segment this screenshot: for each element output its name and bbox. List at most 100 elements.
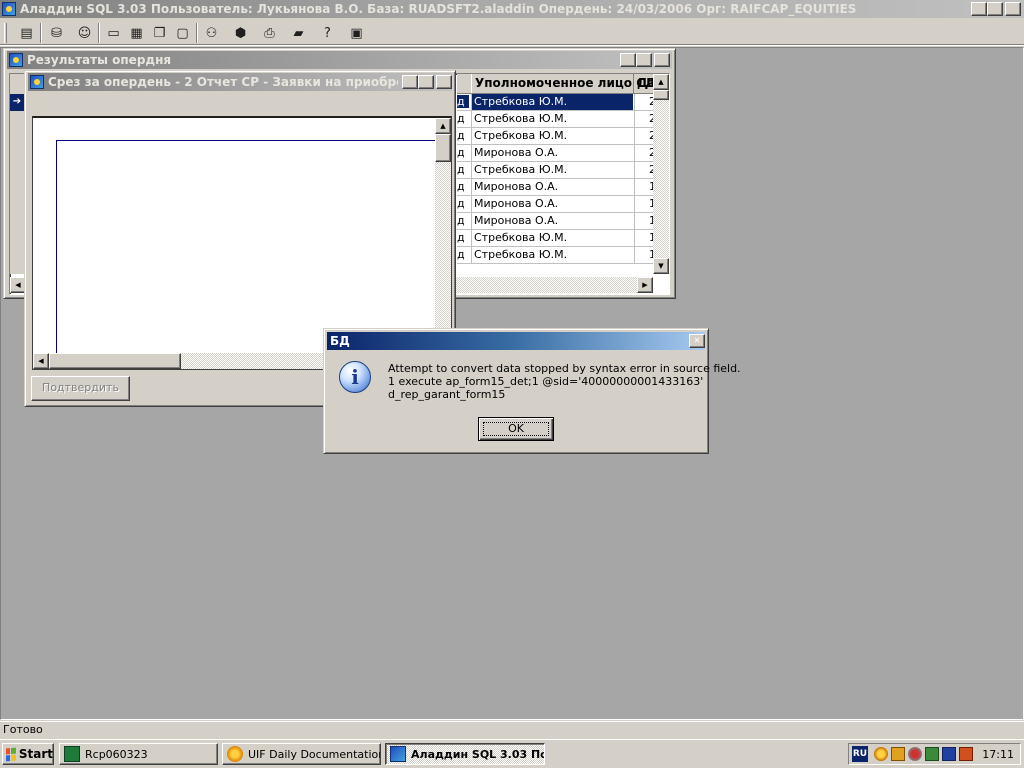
- table-row[interactable]: д 'Стребкова Ю.М.1: [457, 230, 656, 247]
- cell-authorized-person: Стребкова Ю.М.: [471, 230, 633, 246]
- report-minimize-button[interactable]: _: [402, 75, 418, 89]
- stamp-icon[interactable]: ⬢: [229, 22, 252, 44]
- network-tray-icon[interactable]: [891, 747, 905, 761]
- cell-partial: д ': [457, 214, 469, 227]
- minimize-button[interactable]: _: [971, 2, 987, 16]
- excel-icon: [64, 746, 80, 762]
- start-label: Start: [18, 747, 53, 761]
- task-label: Аладдин SQL 3.03 По...: [411, 747, 544, 761]
- grid-visible-area: Уполномоченное лицо СД Да д 'Стребкова Ю…: [457, 74, 656, 274]
- scroll-up-icon[interactable]: ▲: [435, 118, 451, 134]
- results-maximize-button[interactable]: □: [636, 53, 652, 67]
- table-row[interactable]: д 'Стребкова Ю.М.2: [457, 162, 656, 179]
- cell-authorized-person: Стребкова Ю.М.: [471, 162, 633, 178]
- printer-icon[interactable]: ⎙: [258, 22, 281, 44]
- language-indicator[interactable]: RU: [852, 746, 868, 762]
- cell-partial: д ': [457, 146, 469, 159]
- toolbar-grip[interactable]: [4, 23, 7, 43]
- window-icon[interactable]: ▭: [102, 22, 125, 44]
- system-tray: RU 17:11: [848, 743, 1021, 765]
- cell-authorized-person: Миронова О.А.: [471, 179, 633, 195]
- restore-button[interactable]: ❐: [987, 2, 1003, 16]
- close-button[interactable]: ✕: [1005, 2, 1021, 16]
- table-row[interactable]: д 'Стребкова Ю.М.2: [457, 94, 656, 111]
- arrange-icons-icon[interactable]: ▢: [171, 22, 194, 44]
- window-app-icon: [9, 53, 23, 67]
- cell-date: 2: [634, 145, 656, 161]
- dialog-close-button[interactable]: ✕: [689, 334, 705, 348]
- error-dialog: БД ✕ i Attempt to convert data stopped b…: [323, 328, 741, 454]
- confirm-button[interactable]: Подтвердить: [31, 376, 130, 401]
- status-bar: Готово: [0, 721, 1024, 738]
- grid-vertical-scrollbar[interactable]: ▲ ▼: [653, 74, 669, 274]
- scroll-up-icon[interactable]: ▲: [653, 74, 669, 90]
- column-header-date[interactable]: Да: [635, 74, 653, 93]
- sun-tray-icon[interactable]: [874, 747, 888, 761]
- antivirus-tray-icon[interactable]: [908, 747, 922, 761]
- scroll-thumb[interactable]: [435, 134, 451, 162]
- aladdin-icon: [390, 746, 406, 762]
- task-label: Rcp060323: [85, 747, 148, 761]
- clock[interactable]: 17:11: [982, 748, 1014, 761]
- toolbar-separator: [98, 23, 100, 43]
- report-window-caption[interactable]: Срез за опердень - 2 Отчет СР - Заявки н…: [28, 73, 452, 91]
- cell-authorized-person: Стребкова Ю.М.: [471, 94, 633, 110]
- table-row[interactable]: д 'Стребкова Ю.М.1: [457, 247, 656, 264]
- database-icon[interactable]: ⛁: [45, 22, 68, 44]
- scroll-left-icon[interactable]: ◀: [33, 353, 49, 369]
- app-icon[interactable]: [2, 2, 16, 16]
- folder-icon[interactable]: ▰: [287, 22, 310, 44]
- report-maximize-button[interactable]: □: [418, 75, 434, 89]
- shield-tray-icon[interactable]: [942, 747, 956, 761]
- current-row-arrow-icon: ➔: [10, 94, 24, 111]
- grid-rows: д 'Стребкова Ю.М.2д 'Стребкова Ю.М.2д 'С…: [457, 94, 656, 264]
- ok-button[interactable]: OK: [478, 417, 554, 441]
- tile-windows-icon[interactable]: ▦: [125, 22, 148, 44]
- cell-authorized-person: Миронова О.А.: [471, 145, 633, 161]
- cascade-windows-icon[interactable]: ❐: [148, 22, 171, 44]
- toolbar-separator: [196, 23, 198, 43]
- table-row[interactable]: д 'Миронова О.А.2: [457, 145, 656, 162]
- main-window-title: Аладдин SQL 3.03 Пользователь: Лукьянова…: [20, 2, 857, 16]
- results-window-caption[interactable]: Результаты опердня _ □ ✕: [7, 51, 672, 69]
- report-vertical-scrollbar[interactable]: ▲: [435, 118, 451, 354]
- scroll-thumb[interactable]: [49, 353, 181, 369]
- results-close-button[interactable]: ✕: [654, 53, 670, 67]
- taskbar-item-uif-daily[interactable]: UIF Daily Documentation...: [222, 743, 381, 765]
- report-close-button[interactable]: ✕: [436, 75, 452, 89]
- book-tray-icon[interactable]: [959, 747, 973, 761]
- table-row[interactable]: д 'Миронова О.А.1: [457, 213, 656, 230]
- taskbar-item-rcp060323[interactable]: Rcp060323: [59, 743, 218, 765]
- exit-icon[interactable]: ▣: [345, 22, 368, 44]
- toolbar-separator: [40, 23, 42, 43]
- scroll-right-icon[interactable]: ▶: [637, 277, 653, 293]
- column-header-authorized-person[interactable]: Уполномоченное лицо СД: [471, 74, 656, 93]
- taskbar-item-aladdin[interactable]: Аладдин SQL 3.03 По...: [385, 743, 545, 765]
- cell-partial: д ': [457, 95, 469, 108]
- cell-partial: д ': [457, 163, 469, 176]
- table-row[interactable]: д 'Стребкова Ю.М.2: [457, 128, 656, 145]
- dialog-title: БД: [330, 334, 350, 348]
- report-page: [56, 140, 436, 360]
- security-tray-icon[interactable]: [925, 747, 939, 761]
- taskbar: Start Rcp060323 UIF Daily Documentation.…: [0, 739, 1024, 768]
- grid-header: Уполномоченное лицо СД Да: [457, 74, 656, 94]
- cell-date: 2: [634, 128, 656, 144]
- dialog-message-line-2: 1 execute ap_form15_det;1 @sid='40000000…: [388, 375, 704, 388]
- table-row[interactable]: д 'Стребкова Ю.М.2: [457, 111, 656, 128]
- cell-authorized-person: Стребкова Ю.М.: [471, 111, 633, 127]
- status-text: Готово: [3, 723, 43, 736]
- cell-partial: д ': [457, 180, 469, 193]
- binoculars-icon[interactable]: ⚇: [200, 22, 223, 44]
- table-row[interactable]: д 'Миронова О.А.1: [457, 179, 656, 196]
- user-search-icon[interactable]: ☺: [73, 22, 96, 44]
- help-icon[interactable]: ?: [316, 22, 339, 44]
- table-row[interactable]: д 'Миронова О.А.1: [457, 196, 656, 213]
- results-minimize-button[interactable]: _: [620, 53, 636, 67]
- cell-date: 1: [634, 230, 656, 246]
- scroll-down-icon[interactable]: ▼: [653, 258, 669, 274]
- dialog-caption[interactable]: БД ✕: [327, 332, 705, 350]
- notepad-icon[interactable]: ▤: [15, 22, 38, 44]
- start-button[interactable]: Start: [2, 743, 54, 765]
- scroll-thumb[interactable]: [653, 90, 669, 100]
